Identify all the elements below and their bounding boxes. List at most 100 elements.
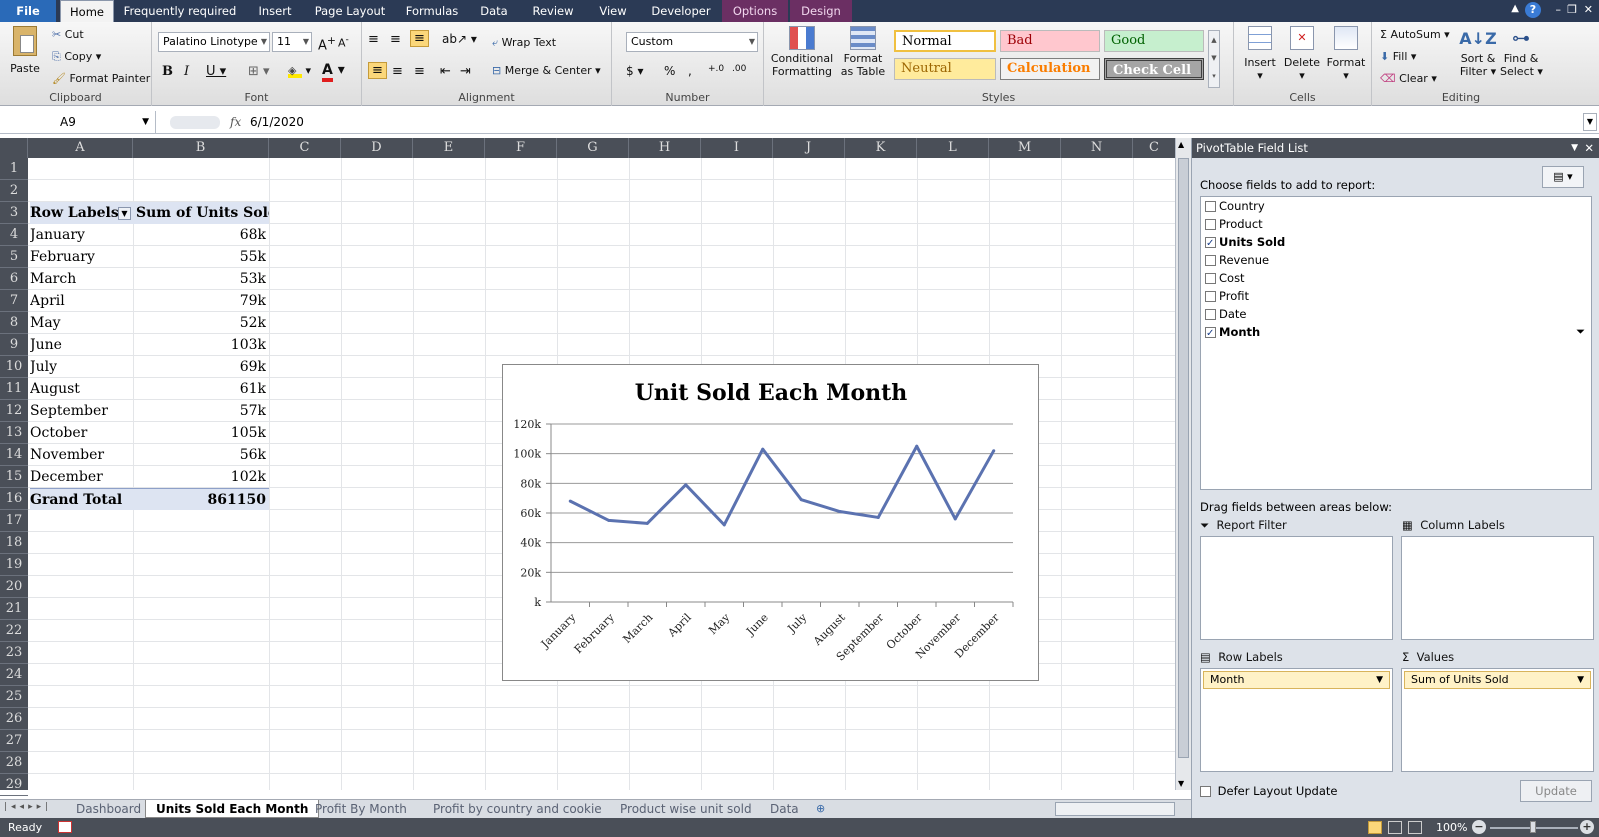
conditional-formatting-button[interactable]: Conditional Formatting bbox=[770, 26, 834, 78]
column-header[interactable]: I bbox=[701, 138, 773, 158]
formula-bar-handle[interactable] bbox=[170, 116, 220, 129]
field-revenue[interactable]: Revenue bbox=[1205, 251, 1269, 269]
row-header[interactable]: 6 bbox=[0, 268, 28, 290]
italic-button[interactable]: I bbox=[184, 64, 189, 79]
checkbox-icon[interactable] bbox=[1205, 309, 1216, 320]
pivot-row-value[interactable]: 53k bbox=[133, 268, 266, 290]
grow-font-icon[interactable]: A+ bbox=[318, 34, 336, 53]
cut-button[interactable]: ✂ Cut bbox=[52, 28, 84, 41]
column-header[interactable]: L bbox=[917, 138, 989, 158]
shrink-font-icon[interactable]: A- bbox=[338, 34, 349, 50]
sheet-tab[interactable]: Profit by country and cookie bbox=[423, 800, 612, 818]
paste-button[interactable]: Paste bbox=[8, 26, 42, 75]
row-header[interactable]: 18 bbox=[0, 532, 28, 554]
fill-color-button[interactable]: ◈ ▾ bbox=[288, 64, 311, 78]
wrap-text-button[interactable]: ⤶ Wrap Text bbox=[492, 36, 556, 50]
pivot-row-value[interactable]: 57k bbox=[133, 400, 266, 422]
field-filter-icon[interactable]: ⏷ bbox=[1576, 325, 1585, 339]
report-filter-area[interactable] bbox=[1200, 536, 1393, 640]
sheet-tab[interactable]: Product wise unit sold bbox=[610, 800, 762, 818]
pivot-row-label[interactable]: November bbox=[30, 444, 133, 466]
fx-icon[interactable]: fx bbox=[230, 115, 241, 129]
checkbox-icon[interactable] bbox=[1205, 291, 1216, 302]
scroll-thumb[interactable] bbox=[1178, 158, 1189, 758]
checkbox-icon[interactable] bbox=[1205, 255, 1216, 266]
macro-record-icon[interactable] bbox=[58, 821, 72, 833]
font-size-select[interactable]: 11 ▼ bbox=[272, 32, 312, 52]
format-painter-button[interactable]: 🖌 Format Painter bbox=[52, 72, 150, 85]
tab-view[interactable]: View bbox=[588, 0, 638, 22]
new-sheet-icon[interactable]: ⊕ bbox=[816, 802, 825, 815]
increase-indent-icon[interactable]: ⇥ bbox=[460, 64, 471, 79]
sheet-tab[interactable]: Data bbox=[760, 800, 809, 818]
column-labels-area[interactable] bbox=[1401, 536, 1594, 640]
row-header[interactable]: 29 bbox=[0, 774, 28, 796]
column-header[interactable]: K bbox=[845, 138, 917, 158]
tab-formulas[interactable]: Formulas bbox=[398, 0, 466, 22]
row-header[interactable]: 2 bbox=[0, 180, 28, 202]
delete-cells-button[interactable]: ✕ Delete ▾ bbox=[1282, 26, 1322, 82]
decrease-indent-icon[interactable]: ⇤ bbox=[440, 64, 451, 79]
tab-home[interactable]: Home bbox=[60, 0, 114, 23]
clear-button[interactable]: ⌫ Clear ▾ bbox=[1380, 72, 1437, 85]
style-bad[interactable]: Bad bbox=[1000, 30, 1100, 52]
align-top-icon[interactable]: ≡ bbox=[368, 32, 379, 47]
row-header[interactable]: 3 bbox=[0, 202, 28, 224]
page-layout-view-icon[interactable] bbox=[1388, 821, 1402, 834]
row-header[interactable]: 5 bbox=[0, 246, 28, 268]
field-product[interactable]: Product bbox=[1205, 215, 1263, 233]
zoom-out-icon[interactable]: − bbox=[1472, 820, 1486, 834]
pivot-row-value[interactable]: 56k bbox=[133, 444, 266, 466]
comma-icon[interactable]: , bbox=[688, 64, 692, 78]
row-header[interactable]: 13 bbox=[0, 422, 28, 444]
pivot-row-label[interactable]: March bbox=[30, 268, 133, 290]
column-header[interactable]: M bbox=[989, 138, 1061, 158]
dropdown-icon[interactable]: ▼ bbox=[1577, 672, 1584, 688]
tab-design[interactable]: Design bbox=[790, 0, 852, 22]
zoom-slider-thumb[interactable] bbox=[1530, 821, 1536, 833]
field-units-sold[interactable]: Units Sold bbox=[1205, 233, 1285, 253]
row-header[interactable]: 11 bbox=[0, 378, 28, 400]
expand-formula-bar-icon[interactable]: ▼ bbox=[1583, 113, 1597, 131]
merge-center-button[interactable]: ⊟ Merge & Center ▾ bbox=[492, 64, 601, 77]
pivot-row-label[interactable]: December bbox=[30, 466, 133, 488]
field-profit[interactable]: Profit bbox=[1205, 287, 1249, 305]
copy-button[interactable]: ⎘ Copy ▾ bbox=[52, 50, 101, 64]
column-header[interactable]: A bbox=[28, 138, 133, 158]
pivot-row-label[interactable]: May bbox=[30, 312, 133, 334]
pivot-row-label[interactable]: January bbox=[30, 224, 133, 246]
column-header[interactable]: B bbox=[133, 138, 269, 158]
sheet-tab[interactable]: Profit By Month bbox=[305, 800, 417, 818]
horizontal-scrollbar[interactable] bbox=[1055, 802, 1175, 816]
tab-insert[interactable]: Insert bbox=[248, 0, 302, 22]
row-header[interactable]: 21 bbox=[0, 598, 28, 620]
pivot-grand-total-label[interactable]: Grand Total bbox=[30, 488, 133, 510]
sheet-nav-arrows-icon[interactable]: |◂◂▸▸| bbox=[4, 802, 52, 812]
field-cost[interactable]: Cost bbox=[1205, 269, 1245, 287]
autosum-button[interactable]: Σ AutoSum ▾ bbox=[1380, 28, 1450, 41]
column-header[interactable]: C bbox=[1133, 138, 1175, 158]
style-check-cell[interactable]: Check Cell bbox=[1104, 58, 1204, 80]
sheet-tab-active[interactable]: Units Sold Each Month bbox=[145, 800, 320, 818]
collapse-ribbon-icon[interactable]: ▲ bbox=[1511, 3, 1519, 14]
align-bottom-icon[interactable]: ≡ bbox=[410, 30, 429, 47]
checkbox-checked-icon[interactable] bbox=[1205, 235, 1216, 253]
zoom-level[interactable]: 100% bbox=[1436, 821, 1467, 834]
zoom-in-icon[interactable]: + bbox=[1580, 820, 1594, 834]
pivot-row-value[interactable]: 102k bbox=[133, 466, 266, 488]
checkbox-icon[interactable] bbox=[1205, 201, 1216, 212]
format-as-table-button[interactable]: Format as Table bbox=[838, 26, 888, 78]
pivot-row-label[interactable]: April bbox=[30, 290, 133, 312]
pivot-row-value[interactable]: 55k bbox=[133, 246, 266, 268]
row-header[interactable]: 7 bbox=[0, 290, 28, 312]
align-middle-icon[interactable]: ≡ bbox=[390, 32, 401, 47]
tab-data[interactable]: Data bbox=[470, 0, 518, 22]
pivot-row-value[interactable]: 68k bbox=[133, 224, 266, 246]
font-name-select[interactable]: Palatino Linotype ▼ bbox=[158, 32, 270, 52]
help-icon[interactable]: ? bbox=[1525, 2, 1541, 18]
column-header[interactable]: C bbox=[269, 138, 341, 158]
row-header[interactable]: 1 bbox=[0, 158, 28, 180]
vertical-scrollbar[interactable]: ▲ ▼ bbox=[1175, 138, 1191, 790]
tab-review[interactable]: Review bbox=[522, 0, 584, 22]
row-header[interactable]: 8 bbox=[0, 312, 28, 334]
